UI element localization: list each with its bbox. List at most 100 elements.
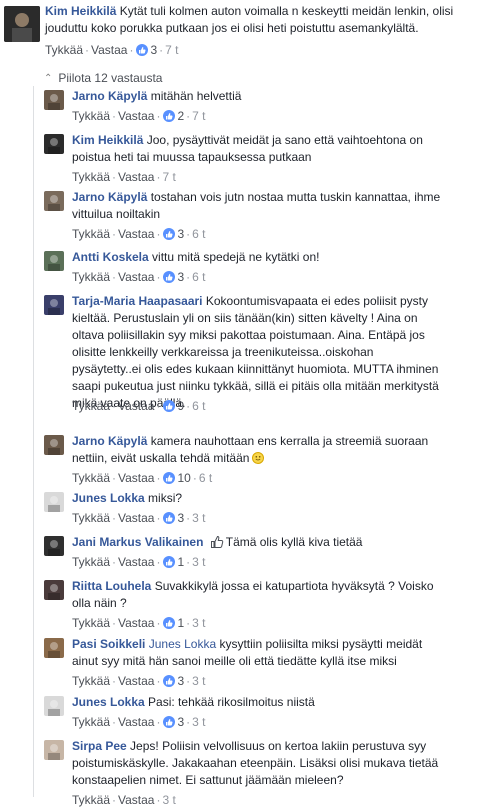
reply-actions: Tykkää · Vastaa · 2 · 7 t — [72, 109, 206, 123]
reply-author[interactable]: Riitta Louhela — [72, 579, 151, 593]
reply-link[interactable]: Vastaa — [118, 471, 154, 485]
comment-body: Kim Heikkilä Kytät tuli kolmen auton voi… — [45, 3, 465, 37]
reply-text: miksi? — [148, 491, 183, 505]
smile-emoji-icon — [252, 452, 265, 464]
reply-text: vittu mitä spedejä ne kytätki on! — [152, 250, 320, 264]
reply-author[interactable]: Pasi Soikkeli — [72, 637, 145, 651]
reply-link[interactable]: Vastaa — [118, 511, 154, 525]
reply-text: mitähän helvettiä — [150, 89, 242, 103]
reaction-count: 10 — [177, 471, 191, 485]
like-reaction-icon[interactable] — [136, 44, 149, 56]
reply-author[interactable]: Junes Lokka — [72, 491, 145, 505]
timestamp[interactable]: 6 t — [192, 270, 205, 284]
like-link[interactable]: Tykkää — [72, 715, 110, 729]
like-link[interactable]: Tykkää — [45, 43, 83, 57]
timestamp[interactable]: 6 t — [199, 471, 212, 485]
reply-body: Jarno Käpylä tostahan vois jutn nostaa m… — [72, 189, 442, 223]
timestamp[interactable]: 3 t — [192, 715, 205, 729]
reply-link[interactable]: Vastaa — [118, 674, 154, 688]
like-reaction-icon[interactable] — [163, 472, 176, 484]
like-link[interactable]: Tykkää — [72, 270, 110, 284]
reply-link[interactable]: Vastaa — [118, 399, 154, 413]
timestamp[interactable]: 3 t — [192, 511, 205, 525]
reply-link[interactable]: Vastaa — [118, 555, 154, 569]
timestamp[interactable]: 6 t — [192, 399, 205, 413]
reply-mention[interactable]: Junes Lokka — [149, 637, 216, 651]
hide-replies-toggle[interactable]: ⌃ Piilota 12 vastausta — [44, 70, 162, 86]
timestamp[interactable]: 7 t — [192, 109, 205, 123]
reply-author[interactable]: Jani Markus Valikainen — [72, 535, 203, 549]
timestamp[interactable]: 7 t — [162, 170, 175, 184]
reply-body: Kim Heikkilä Joo, pysäyttivät meidät ja … — [72, 132, 442, 166]
like-reaction-icon[interactable] — [163, 716, 176, 728]
like-reaction-icon[interactable] — [163, 110, 176, 122]
like-link[interactable]: Tykkää — [72, 674, 110, 688]
reply-author[interactable]: Jarno Käpylä — [72, 190, 147, 204]
like-reaction-icon[interactable] — [163, 271, 176, 283]
like-link[interactable]: Tykkää — [72, 227, 110, 241]
reply-body: Jarno Käpylä mitähän helvettiä — [72, 88, 442, 105]
reply-link[interactable]: Vastaa — [118, 270, 154, 284]
reply-body: Pasi Soikkeli Junes Lokka kysyttiin poli… — [72, 636, 442, 670]
avatar[interactable] — [44, 134, 64, 154]
reply-body: Junes Lokka miksi? — [72, 490, 442, 507]
reply-link[interactable]: Vastaa — [118, 170, 154, 184]
timestamp[interactable]: 3 t — [192, 555, 205, 569]
avatar[interactable] — [44, 536, 64, 556]
avatar[interactable] — [44, 740, 64, 760]
like-link[interactable]: Tykkää — [72, 170, 110, 184]
reply-author[interactable]: Tarja-Maria Haapasaari — [72, 294, 203, 308]
reply-link[interactable]: Vastaa — [118, 616, 154, 630]
chevron-up-icon: ⌃ — [44, 73, 53, 84]
avatar[interactable] — [44, 696, 64, 716]
reply-author[interactable]: Sirpa Pee — [72, 739, 127, 753]
reply-link[interactable]: Vastaa — [118, 227, 154, 241]
reply-body: Sirpa Pee Jeps! Poliisin velvollisuus on… — [72, 738, 442, 789]
reply-actions: Tykkää · Vastaa · 3 t — [72, 793, 176, 807]
reply-body: Junes Lokka Pasi: tehkää rikosilmoitus n… — [72, 694, 442, 711]
reply-link[interactable]: Vastaa — [118, 793, 154, 807]
reply-link[interactable]: Vastaa — [91, 43, 127, 57]
reply-author[interactable]: Jarno Käpylä — [72, 89, 147, 103]
avatar[interactable] — [44, 90, 64, 110]
avatar[interactable] — [44, 251, 64, 271]
like-link[interactable]: Tykkää — [72, 471, 110, 485]
reply-body: Antti Koskela vittu mitä spedejä ne kytä… — [72, 249, 442, 266]
like-link[interactable]: Tykkää — [72, 616, 110, 630]
reply-author[interactable]: Kim Heikkilä — [72, 133, 143, 147]
reply-link[interactable]: Vastaa — [118, 715, 154, 729]
reply-author[interactable]: Junes Lokka — [72, 695, 145, 709]
reply-actions: Tykkää · Vastaa · 3 · 3 t — [72, 511, 206, 525]
reply-author[interactable]: Antti Koskela — [72, 250, 149, 264]
avatar[interactable] — [44, 191, 64, 211]
like-reaction-icon[interactable] — [163, 617, 176, 629]
like-reaction-icon[interactable] — [163, 400, 176, 412]
like-link[interactable]: Tykkää — [72, 793, 110, 807]
timestamp[interactable]: 3 t — [192, 616, 205, 630]
like-link[interactable]: Tykkää — [72, 511, 110, 525]
reply-actions: Tykkää · Vastaa · 1 · 3 t — [72, 616, 206, 630]
like-reaction-icon[interactable] — [163, 228, 176, 240]
avatar[interactable] — [44, 492, 64, 512]
avatar[interactable] — [4, 6, 40, 42]
timestamp[interactable]: 6 t — [192, 227, 205, 241]
like-link[interactable]: Tykkää — [72, 399, 110, 413]
avatar[interactable] — [44, 580, 64, 600]
reply-author[interactable]: Jarno Käpylä — [72, 434, 147, 448]
like-reaction-icon[interactable] — [163, 675, 176, 687]
like-link[interactable]: Tykkää — [72, 555, 110, 569]
hide-replies-label: Piilota 12 vastausta — [58, 71, 163, 85]
reply-actions: Tykkää · Vastaa · 1 · 3 t — [72, 555, 206, 569]
reply-actions: Tykkää · Vastaa · 3 · 6 t — [72, 270, 206, 284]
timestamp[interactable]: 3 t — [162, 793, 175, 807]
avatar[interactable] — [44, 295, 64, 315]
timestamp[interactable]: 3 t — [192, 674, 205, 688]
comment-author[interactable]: Kim Heikkilä — [45, 4, 116, 18]
like-reaction-icon[interactable] — [163, 512, 176, 524]
reply-link[interactable]: Vastaa — [118, 109, 154, 123]
avatar[interactable] — [44, 435, 64, 455]
avatar[interactable] — [44, 638, 64, 658]
timestamp[interactable]: 7 t — [165, 43, 178, 57]
like-link[interactable]: Tykkää — [72, 109, 110, 123]
like-reaction-icon[interactable] — [163, 556, 176, 568]
